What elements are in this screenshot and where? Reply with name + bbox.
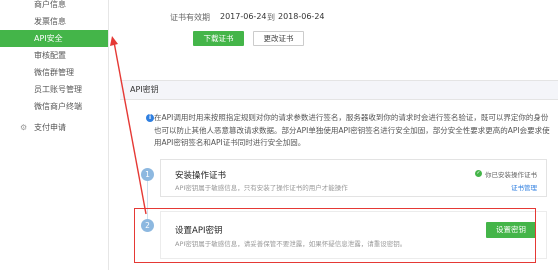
- step-2-desc: API密钥属于敏感信息，请妥善保管不要泄露，如果怀疑信息泄露，请重设密钥。: [175, 240, 407, 248]
- step-1-badge: 1: [141, 168, 154, 181]
- sidebar-item-staff-accounts[interactable]: 员工账号管理: [0, 81, 108, 98]
- step-1-title: 安装操作证书: [175, 171, 227, 181]
- check-icon: ✓: [475, 170, 482, 177]
- set-api-key-button[interactable]: 设置密钥: [486, 222, 536, 238]
- cert-start-date: 2017-06-24: [220, 12, 267, 21]
- info-icon: i: [146, 114, 154, 122]
- sidebar-item-payment-apply[interactable]: ⚙ 支付申请: [0, 119, 108, 136]
- sidebar-item-group-management[interactable]: 微信群管理: [0, 64, 108, 81]
- sidebar: 商户信息 发票信息 API安全 审核配置 微信群管理 员工账号管理 微信商户终端…: [0, 0, 108, 270]
- api-key-notice: 在API调用时用来按照指定规则对你的请求参数进行签名，服务器收到你的请求时会进行…: [154, 113, 550, 147]
- sidebar-item-api-security[interactable]: API安全: [0, 30, 108, 47]
- sidebar-divider: [108, 0, 109, 270]
- sidebar-item-review-config[interactable]: 审核配置: [0, 47, 108, 64]
- step-2-badge: 2: [141, 219, 154, 232]
- step-install-cert: 安装操作证书 API密钥属于敏感信息，只有安装了操作证书的用户才能操作 ✓ 你已…: [160, 159, 547, 197]
- payment-settings-icon: ⚙: [20, 123, 28, 132]
- section-title: API密钥: [130, 85, 159, 94]
- sidebar-item-merchant-terminal[interactable]: 微信商户终端: [0, 98, 108, 115]
- api-key-section-header: API密钥: [120, 80, 558, 100]
- step-2-title: 设置API密钥: [175, 226, 223, 236]
- sidebar-item-invoice-info[interactable]: 发票信息: [0, 13, 108, 30]
- cert-to-label: 到: [267, 13, 275, 22]
- cert-installed-status: 你已安装操作证书: [485, 171, 537, 179]
- sidebar-item-merchant-info[interactable]: 商户信息: [0, 0, 108, 13]
- cert-manage-link[interactable]: 证书管理: [511, 182, 537, 192]
- update-cert-button[interactable]: 更改证书: [253, 31, 304, 46]
- step-1-desc: API密钥属于敏感信息，只有安装了操作证书的用户才能操作: [175, 184, 348, 192]
- cert-validity-label: 证书有效期: [170, 13, 210, 22]
- download-cert-button[interactable]: 下载证书: [193, 31, 244, 46]
- cert-end-date: 2018-06-24: [278, 12, 325, 21]
